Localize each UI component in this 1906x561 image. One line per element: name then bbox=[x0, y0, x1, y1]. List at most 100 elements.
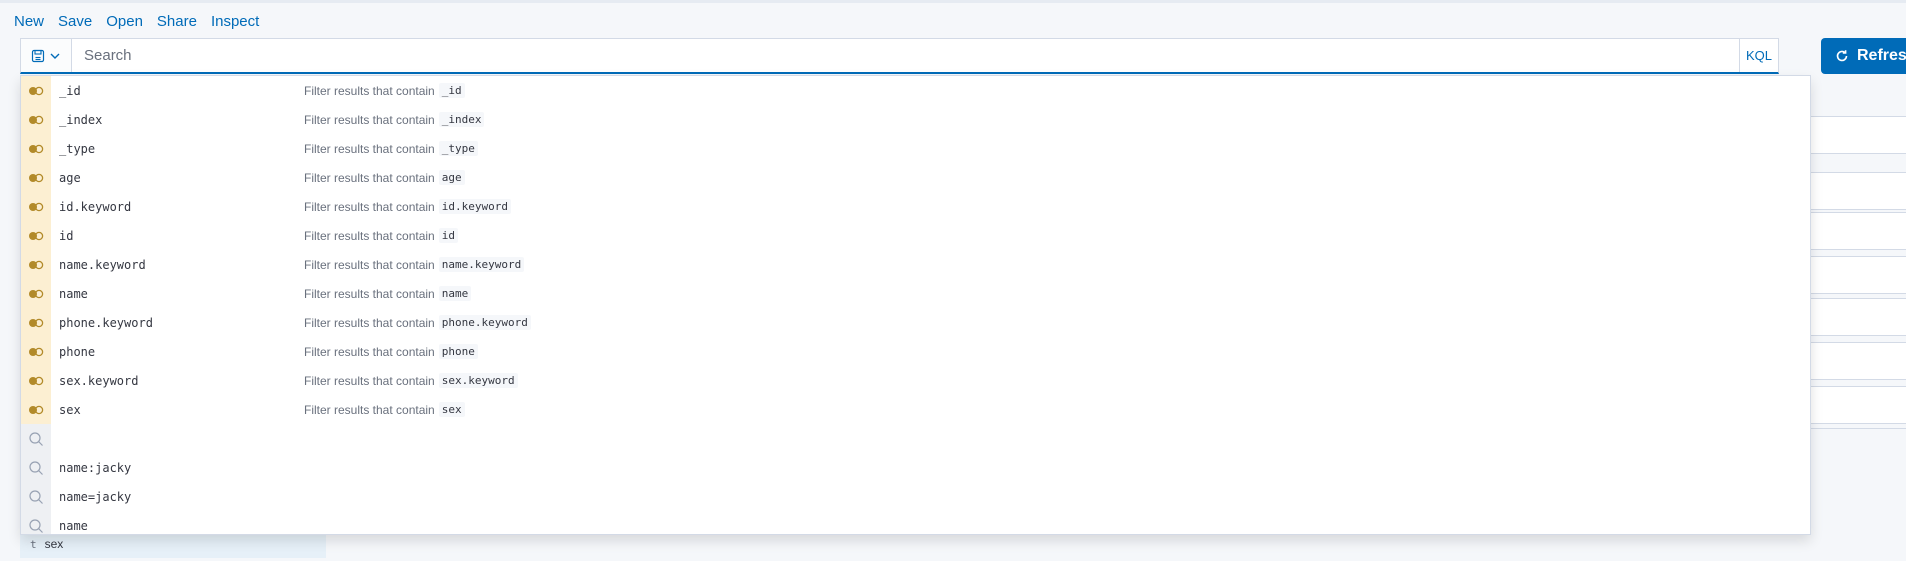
suggestion-description: Filter results that contain phone bbox=[304, 344, 478, 359]
menu-save-link[interactable]: Save bbox=[58, 12, 92, 32]
menu-share-link[interactable]: Share bbox=[157, 12, 197, 32]
suggestion-description-prefix: Filter results that contain bbox=[304, 344, 435, 359]
suggestion-description-prefix: Filter results that contain bbox=[304, 315, 435, 330]
suggestion-label: sex bbox=[59, 402, 81, 417]
suggestion-label: _id bbox=[59, 83, 81, 98]
suggestion-recent-item[interactable] bbox=[21, 424, 1810, 453]
suggestion-description-prefix: Filter results that contain bbox=[304, 228, 435, 243]
search-icon bbox=[29, 460, 43, 475]
suggestion-description: Filter results that contain id bbox=[304, 228, 458, 243]
suggestion-description: Filter results that contain age bbox=[304, 170, 465, 185]
recent-icon-cell bbox=[21, 453, 51, 482]
menu-inspect-link[interactable]: Inspect bbox=[211, 12, 259, 32]
suggestion-code: _type bbox=[438, 141, 478, 156]
field-token-icon bbox=[29, 376, 44, 385]
recent-icon-cell bbox=[21, 511, 51, 534]
suggestion-label: _type bbox=[59, 141, 96, 156]
search-icon bbox=[29, 489, 43, 504]
suggestion-code: sex.keyword bbox=[438, 373, 518, 388]
query-bar: KQL bbox=[20, 38, 1779, 74]
suggestion-field-item[interactable]: name.keyword Filter results that contain n… bbox=[21, 250, 1810, 279]
suggestion-description-prefix: Filter results that contain bbox=[304, 141, 435, 156]
recent-icon-cell bbox=[21, 482, 51, 511]
suggestion-description: Filter results that contain _id bbox=[304, 83, 465, 98]
suggestion-field-item[interactable]: sex.keyword Filter results that contain se… bbox=[21, 366, 1810, 395]
field-icon-cell bbox=[21, 134, 51, 163]
suggestion-code: phone.keyword bbox=[438, 315, 531, 330]
suggestion-field-item[interactable]: id Filter results that contain id bbox=[21, 221, 1810, 250]
suggestion-label: name.keyword bbox=[59, 257, 146, 272]
suggestion-code: age bbox=[438, 170, 465, 185]
top-nav-menu: New Save Open Share Inspect bbox=[14, 12, 259, 32]
suggestion-recent-item[interactable]: name=jacky bbox=[21, 482, 1810, 511]
suggestion-description-prefix: Filter results that contain bbox=[304, 373, 435, 388]
search-icon bbox=[29, 431, 43, 446]
suggestion-field-item[interactable]: id.keyword Filter results that contain id.… bbox=[21, 192, 1810, 221]
suggestion-label: id.keyword bbox=[59, 199, 132, 214]
field-token-icon bbox=[29, 144, 44, 153]
field-token-icon bbox=[29, 86, 44, 95]
string-type-icon: t bbox=[30, 537, 37, 551]
suggestion-label: sex.keyword bbox=[59, 373, 139, 388]
suggestion-field-item[interactable]: phone Filter results that contain phone bbox=[21, 337, 1810, 366]
field-icon-cell bbox=[21, 395, 51, 424]
field-token-icon bbox=[29, 347, 44, 356]
field-token-icon bbox=[29, 289, 44, 298]
refresh-label: Refresh bbox=[1857, 47, 1906, 64]
field-icon-cell bbox=[21, 105, 51, 134]
field-token-icon bbox=[29, 115, 44, 124]
saved-query-icon bbox=[31, 49, 45, 62]
field-token-icon bbox=[29, 260, 44, 269]
search-input[interactable] bbox=[72, 39, 1739, 72]
field-icon-cell bbox=[21, 250, 51, 279]
suggestion-label: id bbox=[59, 228, 74, 243]
field-token-icon bbox=[29, 173, 44, 182]
suggestion-description-prefix: Filter results that contain bbox=[304, 83, 435, 98]
saved-query-button[interactable] bbox=[21, 39, 72, 72]
suggestion-label: age bbox=[59, 170, 81, 185]
chevron-down-icon bbox=[50, 53, 60, 59]
field-icon-cell bbox=[21, 221, 51, 250]
suggestion-recent-item[interactable]: name:jacky bbox=[21, 453, 1810, 482]
suggestion-label: phone.keyword bbox=[59, 315, 153, 330]
recent-icon-cell bbox=[21, 424, 51, 453]
suggestion-code: name.keyword bbox=[438, 257, 525, 272]
suggestion-field-item[interactable]: _type Filter results that contain _type bbox=[21, 134, 1810, 163]
suggestion-recent-item[interactable]: name bbox=[21, 511, 1810, 534]
suggestion-field-item[interactable]: age Filter results that contain age bbox=[21, 163, 1810, 192]
recent-search-label: name:jacky bbox=[59, 460, 132, 475]
suggestion-description: Filter results that contain sex bbox=[304, 402, 465, 417]
field-icon-cell bbox=[21, 366, 51, 395]
field-token-icon bbox=[29, 202, 44, 211]
field-icon-cell bbox=[21, 163, 51, 192]
suggestion-code: id bbox=[438, 228, 458, 243]
recent-search-label: name bbox=[59, 518, 88, 533]
menu-new-link[interactable]: New bbox=[14, 12, 44, 32]
suggestion-code: name bbox=[438, 286, 472, 301]
kql-language-button[interactable]: KQL bbox=[1739, 39, 1778, 72]
field-token-icon bbox=[29, 405, 44, 414]
suggestion-code: _id bbox=[438, 83, 465, 98]
suggestion-field-item[interactable]: _index Filter results that contain _index bbox=[21, 105, 1810, 134]
menu-open-link[interactable]: Open bbox=[106, 12, 143, 32]
suggestion-code: id.keyword bbox=[438, 199, 511, 214]
suggestion-label: name bbox=[59, 286, 88, 301]
suggestion-description: Filter results that contain sex.keyword bbox=[304, 373, 518, 388]
suggestion-description-prefix: Filter results that contain bbox=[304, 286, 435, 301]
suggestion-field-item[interactable]: sex Filter results that contain sex bbox=[21, 395, 1810, 424]
suggestion-description: Filter results that contain phone.keyword bbox=[304, 315, 531, 330]
suggestion-description-prefix: Filter results that contain bbox=[304, 402, 435, 417]
suggestion-field-item[interactable]: phone.keyword Filter results that contain… bbox=[21, 308, 1810, 337]
refresh-button[interactable]: Refresh bbox=[1821, 38, 1906, 74]
suggestion-description: Filter results that contain _index bbox=[304, 112, 485, 127]
top-border bbox=[0, 0, 1906, 3]
suggestion-code: _index bbox=[438, 112, 485, 127]
suggestion-code: sex bbox=[438, 402, 465, 417]
field-token-icon bbox=[29, 231, 44, 240]
suggestion-description-prefix: Filter results that contain bbox=[304, 257, 435, 272]
suggestion-description-prefix: Filter results that contain bbox=[304, 199, 435, 214]
field-icon-cell bbox=[21, 337, 51, 366]
suggestion-field-item[interactable]: name Filter results that contain name bbox=[21, 279, 1810, 308]
suggestion-field-item[interactable]: _id Filter results that contain _id bbox=[21, 76, 1810, 105]
search-icon bbox=[29, 518, 43, 533]
